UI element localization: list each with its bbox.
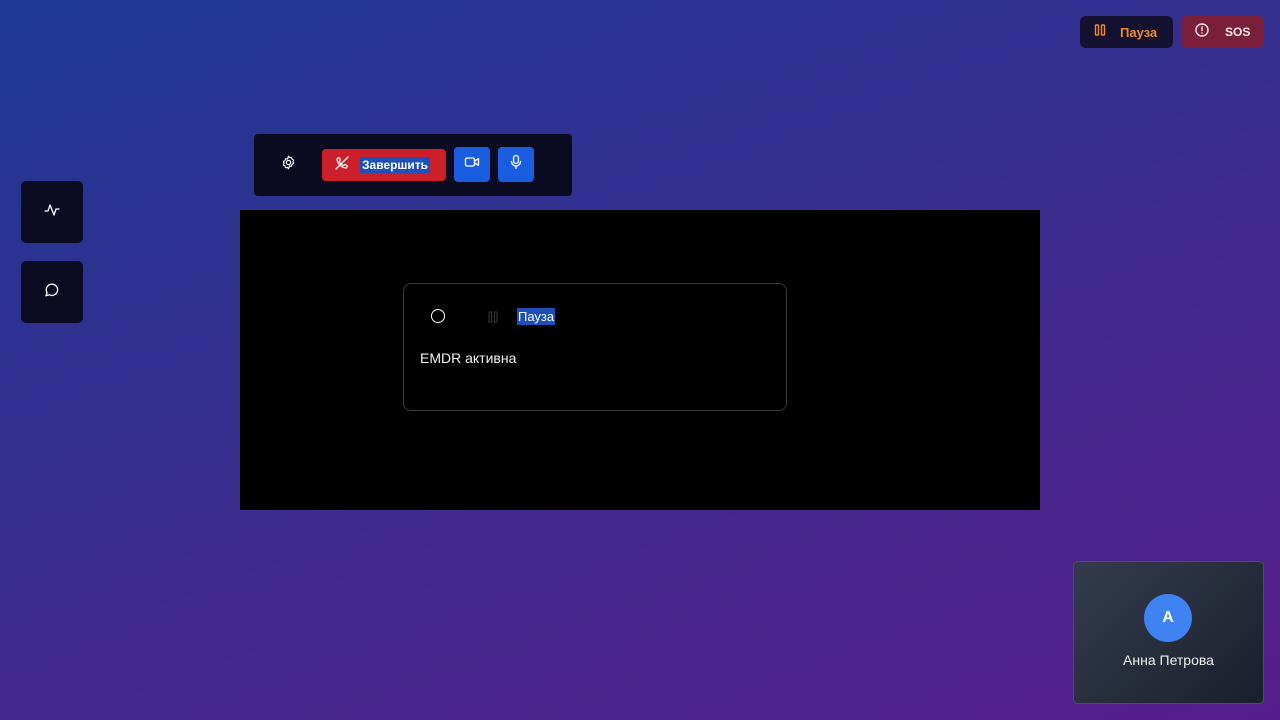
settings-button[interactable] [276,153,300,177]
video-stage: Пауза EMDR активна [240,210,1040,510]
call-toolbar: Завершить [254,134,572,196]
video-icon [464,154,480,175]
circle-icon[interactable] [431,309,445,323]
activity-button[interactable] [21,181,83,243]
end-call-button[interactable]: Завершить [322,149,446,181]
microphone-toggle-button[interactable] [498,147,534,182]
avatar: А [1144,594,1192,642]
pause-icon[interactable] [488,310,498,328]
pause-icon [1094,23,1106,41]
sos-button-label: SOS [1225,25,1251,39]
participant-tile[interactable]: А Анна Петрова [1073,561,1264,704]
emdr-pause-label[interactable]: Пауза [517,308,556,325]
camera-toggle-button[interactable] [454,147,490,182]
chat-button[interactable] [21,261,83,323]
mic-icon [508,154,524,175]
gear-icon [281,155,296,175]
end-call-label: Завершить [360,157,431,173]
chat-icon [44,282,60,303]
phone-off-icon [334,155,350,176]
alert-icon [1195,22,1209,42]
emdr-status-text: EMDR активна [420,350,517,366]
pause-button-label: Пауза [1120,24,1158,40]
sos-button[interactable]: SOS [1181,16,1264,48]
activity-icon [44,202,60,223]
emdr-panel: Пауза EMDR активна [403,283,787,411]
participant-name: Анна Петрова [1123,652,1214,668]
pause-button[interactable]: Пауза [1080,16,1173,48]
